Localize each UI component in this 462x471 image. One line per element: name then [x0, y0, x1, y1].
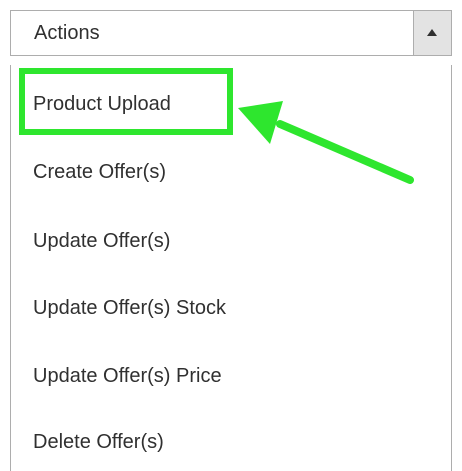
dropdown-toggle-button[interactable]: [413, 11, 451, 55]
actions-dropdown-screen: Actions Product Upload Create Offer(s) U…: [0, 0, 462, 471]
actions-select[interactable]: Actions: [10, 10, 452, 56]
menu-item-delete-offers[interactable]: Delete Offer(s): [33, 427, 164, 457]
menu-item-update-offers-price[interactable]: Update Offer(s) Price: [33, 361, 222, 391]
menu-item-create-offers[interactable]: Create Offer(s): [33, 157, 166, 187]
highlight-box: [19, 68, 233, 135]
menu-item-update-offers[interactable]: Update Offer(s): [33, 226, 170, 256]
actions-select-label: Actions: [34, 22, 100, 44]
menu-item-update-offers-stock[interactable]: Update Offer(s) Stock: [33, 293, 226, 323]
caret-up-icon: [427, 29, 437, 36]
